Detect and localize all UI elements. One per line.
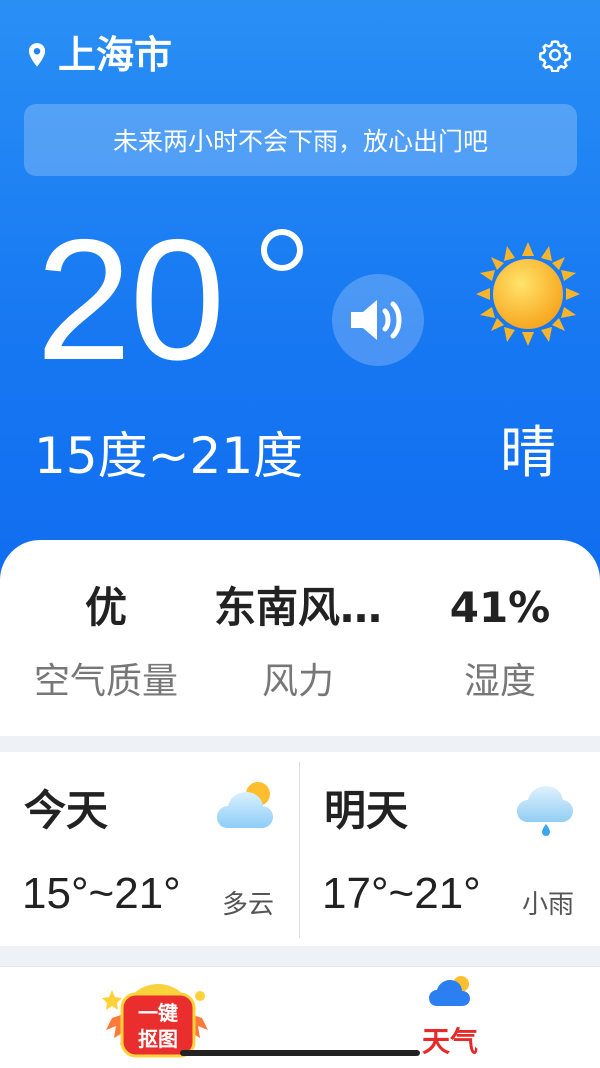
weather-hero: 上海市 未来两小时不会下雨，放心出门吧 20 15度~21度 晴 bbox=[0, 0, 600, 600]
forecast-day-label: 明天 bbox=[324, 786, 409, 835]
cutout-label-line1: 一键 bbox=[138, 1001, 178, 1025]
wind-label: 风力 bbox=[261, 661, 334, 702]
weather-cloud-icon bbox=[429, 976, 470, 1006]
cloudy-sun-icon bbox=[217, 782, 273, 828]
cutout-badge-icon: 一键 抠图 bbox=[102, 984, 208, 1058]
forecast-condition: 小雨 bbox=[521, 890, 574, 920]
cutout-label-line2: 抠图 bbox=[138, 1027, 178, 1051]
humidity-stat: 41% 湿度 bbox=[400, 582, 600, 704]
tab-weather-label: 天气 bbox=[421, 1025, 478, 1058]
location-selector[interactable]: 上海市 bbox=[24, 32, 172, 78]
air-quality-value: 优 bbox=[84, 583, 127, 632]
air-quality-stat: 优 空气质量 bbox=[6, 582, 206, 704]
sun-icon bbox=[476, 242, 580, 346]
tab-one-click-cutout[interactable]: 一键 抠图 bbox=[98, 976, 212, 1060]
gear-icon[interactable] bbox=[538, 38, 572, 72]
voice-broadcast-button[interactable] bbox=[332, 274, 424, 366]
home-indicator bbox=[180, 1050, 420, 1056]
humidity-value: 41% bbox=[449, 583, 551, 632]
wind-value: 东南风… bbox=[213, 583, 382, 632]
rain-forecast-text: 未来两小时不会下雨，放心出门吧 bbox=[112, 127, 488, 156]
wind-stat: 东南风… 风力 bbox=[198, 582, 398, 704]
weather-condition: 晴 bbox=[500, 421, 556, 486]
air-quality-label: 空气质量 bbox=[33, 661, 178, 702]
tab-weather[interactable]: 天气 bbox=[418, 974, 482, 1058]
forecast-temps: 15°~21° bbox=[22, 869, 181, 918]
city-name: 上海市 bbox=[58, 33, 173, 77]
forecast-tomorrow[interactable]: 明天 17°~21° 小雨 bbox=[300, 752, 600, 946]
forecast-today[interactable]: 今天 15°~21° 多云 bbox=[0, 752, 300, 946]
forecast-temps: 17°~21° bbox=[322, 869, 481, 918]
rain-forecast-banner: 未来两小时不会下雨，放心出门吧 bbox=[24, 104, 577, 176]
temperature-range: 15度~21度 bbox=[34, 427, 304, 485]
humidity-label: 湿度 bbox=[463, 661, 536, 702]
weather-stats-card: 优 空气质量 东南风… 风力 41% 湿度 bbox=[0, 540, 600, 736]
degree-symbol bbox=[261, 229, 303, 271]
forecast-day-label: 今天 bbox=[24, 786, 109, 835]
forecast-condition: 多云 bbox=[221, 890, 274, 920]
daily-forecast-card: 今天 15°~21° 多云 明天 17°~21° 小雨 bbox=[0, 752, 600, 946]
light-rain-icon bbox=[517, 786, 573, 836]
speaker-icon bbox=[351, 300, 402, 340]
current-temperature: 20 bbox=[36, 204, 225, 396]
location-pin-icon bbox=[28, 43, 46, 67]
